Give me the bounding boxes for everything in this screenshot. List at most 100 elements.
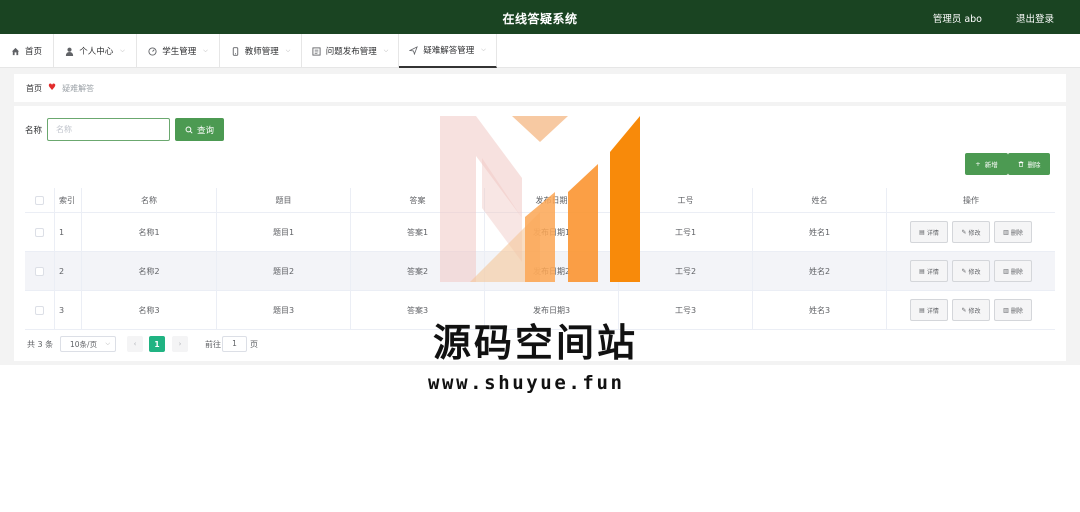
- nav-item-students[interactable]: 学生管理 ⌵: [137, 34, 220, 68]
- detail-button[interactable]: ▤ 详情: [910, 221, 948, 243]
- delete-label: 删除: [1010, 229, 1023, 237]
- table-cell: 名称1: [82, 213, 217, 251]
- goto-label: 前往: [205, 340, 221, 349]
- pencil-icon: ✎: [961, 267, 967, 275]
- send-icon: [408, 45, 419, 55]
- chevron-down-icon: ⌵: [203, 47, 208, 54]
- table-cell: 姓名1: [753, 213, 887, 251]
- page-size-select[interactable]: 10条/页 ⌵: [60, 336, 116, 352]
- nav-item-label: 个人中心: [79, 47, 114, 57]
- pagination-total: 共 3 条: [27, 340, 54, 349]
- trash-icon: ▥: [1003, 228, 1009, 236]
- row-actions: ▤ 详情 ✎ 修改 ▥ 删除: [887, 213, 1055, 251]
- nav-item-answers[interactable]: 疑难解答管理 ⌵: [399, 34, 497, 68]
- watermark-logo: [440, 116, 640, 282]
- table-cell: 2: [55, 252, 82, 290]
- pencil-icon: ✎: [961, 228, 967, 236]
- delete-label: 删除: [1010, 268, 1023, 276]
- chevron-down-icon: ⌵: [285, 47, 291, 54]
- gauge-icon: [148, 46, 157, 56]
- logout-link[interactable]: 退出登录: [1016, 11, 1054, 25]
- row-checkbox[interactable]: [35, 227, 44, 237]
- table-cell: 题目2: [217, 252, 351, 290]
- select-all-checkbox[interactable]: [35, 195, 44, 205]
- list-icon: [312, 46, 321, 56]
- pencil-icon: ✎: [961, 306, 967, 314]
- add-button[interactable]: + 新增: [965, 153, 1008, 175]
- table-cell: 1: [55, 213, 82, 251]
- detail-label: 详情: [926, 307, 939, 315]
- search-label: 名称: [25, 126, 43, 136]
- table-cell: 姓名2: [753, 252, 887, 290]
- heart-icon: ♥: [48, 83, 57, 93]
- edit-button[interactable]: ✎ 修改: [952, 221, 990, 243]
- column-header: 姓名: [753, 188, 887, 212]
- user-icon: [65, 47, 74, 56]
- table-cell: 名称3: [82, 291, 217, 329]
- table-cell: 姓名3: [753, 291, 887, 329]
- top-header: 在线答疑系统 管理员 abo 退出登录: [0, 0, 1080, 34]
- table-cell: 题目1: [217, 213, 351, 251]
- watermark-text: 源码空间站: [433, 321, 639, 365]
- phone-icon: [231, 46, 240, 56]
- plus-icon: +: [975, 160, 981, 168]
- detail-button[interactable]: ▤ 详情: [910, 299, 948, 321]
- breadcrumb-home[interactable]: 首页: [26, 83, 42, 94]
- page-suffix: 页: [250, 340, 258, 349]
- chevron-down-icon: ⌵: [105, 340, 110, 347]
- nav-item-profile[interactable]: 个人中心 ⌵: [54, 34, 137, 68]
- row-actions: ▤ 详情 ✎ 修改 ▥ 删除: [887, 291, 1055, 329]
- chevron-down-icon: ⌵: [120, 47, 125, 54]
- delete-label: 删除: [1010, 307, 1023, 315]
- batch-delete-button[interactable]: 删除: [1008, 153, 1050, 175]
- edit-button[interactable]: ✎ 修改: [952, 299, 990, 321]
- table-cell: 名称2: [82, 252, 217, 290]
- row-checkbox[interactable]: [35, 305, 44, 315]
- doc-icon: ▤: [919, 306, 925, 314]
- edit-label: 修改: [968, 307, 981, 315]
- chevron-left-icon: ‹: [133, 340, 137, 348]
- nav-item-questions[interactable]: 问题发布管理 ⌵: [302, 34, 399, 68]
- delete-button[interactable]: ▥ 删除: [994, 260, 1032, 282]
- prev-page-button[interactable]: ‹: [127, 336, 143, 352]
- trash-icon: [1018, 161, 1023, 167]
- search-button[interactable]: 查询: [175, 118, 224, 141]
- breadcrumb-current: 疑难解答: [62, 83, 95, 93]
- nav-item-teachers[interactable]: 教师管理 ⌵: [220, 34, 302, 68]
- goto-page-input[interactable]: 1: [222, 336, 247, 352]
- detail-label: 详情: [926, 229, 939, 237]
- top-nav: 首页 个人中心 ⌵ 学生管理 ⌵ 教师管理 ⌵ 问题发布管理 ⌵ 疑难解答管理 …: [0, 34, 1080, 68]
- next-page-button[interactable]: ›: [172, 336, 188, 352]
- detail-button[interactable]: ▤ 详情: [910, 260, 948, 282]
- row-checkbox[interactable]: [35, 266, 44, 276]
- column-header: 名称: [82, 188, 217, 212]
- delete-button-label: 删除: [1027, 161, 1041, 169]
- edit-label: 修改: [968, 229, 981, 237]
- add-button-label: 新增: [984, 161, 998, 169]
- search-input[interactable]: [47, 118, 170, 141]
- row-select-cell: [25, 291, 55, 329]
- edit-label: 修改: [968, 268, 981, 276]
- delete-button[interactable]: ▥ 删除: [994, 299, 1032, 321]
- nav-item-home[interactable]: 首页: [0, 34, 54, 68]
- app-title: 在线答疑系统: [502, 12, 578, 26]
- table-cell: 题目3: [217, 291, 351, 329]
- doc-icon: ▤: [919, 228, 925, 236]
- edit-button[interactable]: ✎ 修改: [952, 260, 990, 282]
- select-all-cell: [25, 188, 55, 212]
- delete-button[interactable]: ▥ 删除: [994, 221, 1032, 243]
- table-cell: 工号3: [619, 291, 753, 329]
- row-select-cell: [25, 213, 55, 251]
- column-header: 索引: [55, 188, 82, 212]
- doc-icon: ▤: [919, 267, 925, 275]
- page-number-active[interactable]: 1: [149, 336, 165, 352]
- nav-item-label: 首页: [24, 47, 42, 57]
- detail-label: 详情: [926, 268, 939, 276]
- row-actions: ▤ 详情 ✎ 修改 ▥ 删除: [887, 252, 1055, 290]
- chevron-down-icon: ⌵: [383, 47, 389, 54]
- chevron-right-icon: ›: [178, 340, 182, 348]
- page-size-value: 10条/页: [70, 339, 98, 349]
- column-header: 题目: [217, 188, 351, 212]
- watermark-url: www.shuyue.fun: [428, 372, 625, 394]
- nav-item-label: 疑难解答管理: [423, 46, 475, 56]
